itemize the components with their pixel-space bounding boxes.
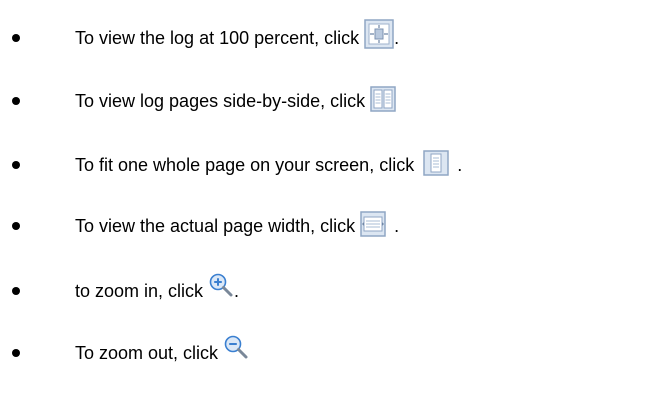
list-item: To view log pages side-by-side, click [0, 83, 648, 119]
actual-size-icon [364, 19, 394, 49]
zoom-in-icon [208, 272, 234, 298]
instruction-suffix: . [394, 28, 400, 48]
bullet-dot [12, 349, 20, 357]
instruction-text: To view the actual page width, click [75, 216, 361, 236]
instruction-text: To view the log at 100 percent, click [75, 28, 365, 48]
list-item: To fit one whole page on your screen, cl… [0, 147, 648, 183]
instruction-suffix: . [234, 281, 240, 301]
bullet-dot [12, 287, 20, 295]
fit-width-icon [360, 211, 386, 237]
instruction-text: To fit one whole page on your screen, cl… [75, 155, 420, 175]
bullet-dot [12, 97, 20, 105]
instruction-text: To view log pages side-by-side, click [75, 91, 371, 111]
instruction-list: To view the log at 100 percent, click . … [0, 0, 648, 400]
zoom-out-icon [223, 334, 249, 360]
instruction-suffix: . [457, 155, 463, 175]
instruction-text: To zoom out, click [75, 343, 224, 363]
bullet-dot [12, 222, 20, 230]
list-item: To zoom out, click [0, 335, 648, 371]
instruction-suffix: . [394, 216, 400, 236]
instruction-text: to zoom in, click [75, 281, 209, 301]
list-item: to zoom in, click . [0, 273, 648, 309]
fit-page-icon [423, 150, 449, 176]
list-item: To view the actual page width, click . [0, 208, 648, 244]
bullet-dot [12, 161, 20, 169]
bullet-dot [12, 34, 20, 42]
list-item: To view the log at 100 percent, click . [0, 19, 648, 56]
two-page-icon [370, 86, 396, 112]
